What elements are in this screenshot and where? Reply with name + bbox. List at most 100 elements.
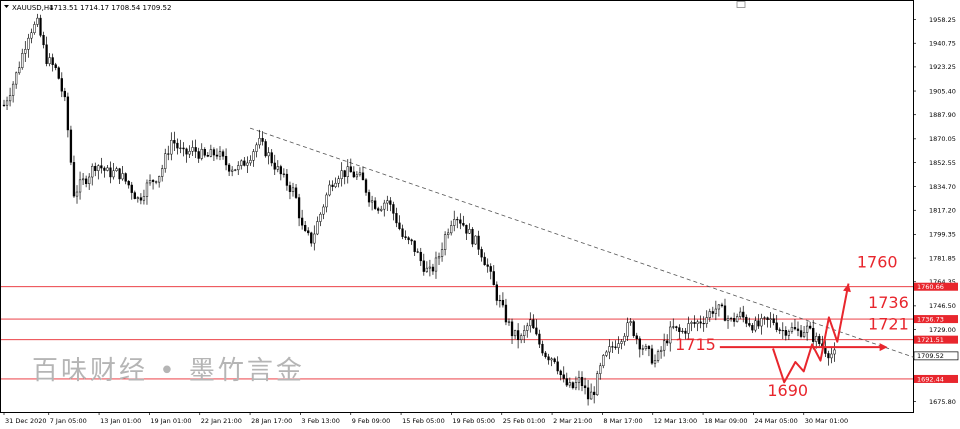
candle-body bbox=[404, 236, 407, 238]
candle bbox=[69, 125, 73, 166]
candle-body bbox=[714, 308, 718, 314]
candle-body bbox=[243, 160, 246, 166]
candle-body bbox=[787, 331, 791, 336]
candle-body bbox=[407, 237, 410, 241]
candle-body bbox=[203, 149, 206, 156]
candle-body bbox=[380, 208, 383, 211]
candle-body bbox=[818, 336, 821, 344]
candle-body bbox=[611, 346, 614, 348]
candle-body bbox=[681, 330, 684, 332]
candle-body bbox=[294, 187, 298, 198]
candle-body bbox=[571, 382, 575, 389]
candle-body bbox=[614, 346, 617, 348]
candle-body bbox=[209, 149, 213, 157]
candle-body bbox=[477, 235, 480, 250]
candle-body bbox=[462, 223, 465, 226]
candle-body bbox=[2, 104, 6, 106]
candle-body bbox=[784, 330, 787, 336]
candle-body bbox=[145, 182, 149, 197]
y-tick-label: 1746.50 bbox=[929, 302, 956, 310]
candle-body bbox=[346, 166, 349, 178]
annotation-label: 1760 bbox=[857, 252, 898, 271]
candle-body bbox=[656, 351, 660, 361]
candle-body bbox=[319, 213, 322, 222]
y-tick-label: 1729.00 bbox=[929, 326, 956, 334]
candle-body bbox=[565, 378, 568, 386]
candle-body bbox=[742, 311, 745, 318]
candle-body bbox=[629, 321, 632, 324]
candle-body bbox=[711, 311, 714, 314]
x-tick-label: 12 Mar 13:00 bbox=[654, 417, 697, 425]
candle-body bbox=[127, 181, 130, 186]
candle-body bbox=[830, 353, 833, 359]
x-tick-label: 19 Jan 01:00 bbox=[150, 417, 191, 425]
candle-body bbox=[669, 326, 672, 344]
candle-body bbox=[361, 172, 365, 181]
candle-body bbox=[179, 147, 182, 149]
candle-body bbox=[608, 346, 611, 353]
candle-body bbox=[185, 148, 188, 155]
candle-body bbox=[237, 165, 240, 171]
candle-body bbox=[796, 328, 800, 331]
candle-body bbox=[790, 327, 794, 332]
candle-body bbox=[799, 330, 803, 337]
candle-body bbox=[623, 335, 626, 342]
candle-body bbox=[450, 225, 453, 234]
candle bbox=[474, 235, 477, 245]
candle-body bbox=[486, 264, 489, 267]
candle-body bbox=[708, 311, 711, 318]
level-tag-label: 1721.51 bbox=[917, 336, 944, 344]
candle-body bbox=[553, 358, 556, 363]
candle-body bbox=[507, 321, 511, 323]
candle-body bbox=[465, 224, 468, 234]
candle-body bbox=[224, 156, 228, 166]
candle-body bbox=[547, 356, 550, 361]
candle-body bbox=[666, 340, 669, 344]
candle-body bbox=[751, 325, 754, 331]
candle-body bbox=[288, 185, 292, 192]
candle-body bbox=[48, 57, 51, 64]
candle-body bbox=[693, 322, 696, 324]
x-tick-label: 18 Mar 09:00 bbox=[704, 417, 747, 425]
y-tick-label: 1923.25 bbox=[929, 63, 956, 71]
candle-body bbox=[422, 260, 425, 272]
candle-body bbox=[194, 147, 197, 152]
candle-body bbox=[170, 140, 173, 155]
candle-body bbox=[556, 361, 559, 372]
candle-body bbox=[103, 167, 106, 171]
candle-body bbox=[300, 217, 304, 226]
candle-body bbox=[647, 346, 651, 350]
candle-body bbox=[398, 222, 401, 229]
candle-body bbox=[605, 351, 608, 356]
candle-body bbox=[766, 317, 769, 320]
candle-body bbox=[538, 333, 541, 345]
candle-body bbox=[480, 249, 483, 258]
y-tick-label: 1852.55 bbox=[929, 159, 956, 167]
candle-body bbox=[191, 147, 194, 152]
annotation-label: 1721 bbox=[868, 315, 909, 334]
x-tick-label: 15 Feb 05:00 bbox=[402, 417, 445, 425]
candle-body bbox=[164, 153, 167, 169]
y-tick-label: 1905.40 bbox=[929, 87, 956, 95]
candle-body bbox=[425, 267, 429, 272]
candle-body bbox=[772, 318, 775, 324]
candle-body bbox=[69, 129, 73, 163]
candle-body bbox=[653, 360, 657, 364]
candle-body bbox=[45, 44, 48, 64]
x-tick-label: 2 Mar 21:00 bbox=[553, 417, 592, 425]
candle-body bbox=[638, 338, 641, 350]
candle-body bbox=[383, 202, 386, 210]
candle-body bbox=[182, 147, 185, 150]
candle-body bbox=[118, 168, 121, 180]
candle-body bbox=[471, 229, 474, 245]
candle-body bbox=[337, 178, 340, 184]
candle-body bbox=[389, 200, 392, 205]
candle-body bbox=[340, 170, 343, 180]
candle-body bbox=[282, 173, 286, 175]
candle-body bbox=[644, 346, 648, 349]
candle-body bbox=[94, 165, 97, 171]
price-chart: XAUUSD,H4 1713.51 1714.17 1708.54 1709.5… bbox=[0, 0, 960, 429]
candle-body bbox=[577, 377, 581, 383]
candle-body bbox=[532, 319, 535, 329]
candle bbox=[596, 370, 599, 396]
